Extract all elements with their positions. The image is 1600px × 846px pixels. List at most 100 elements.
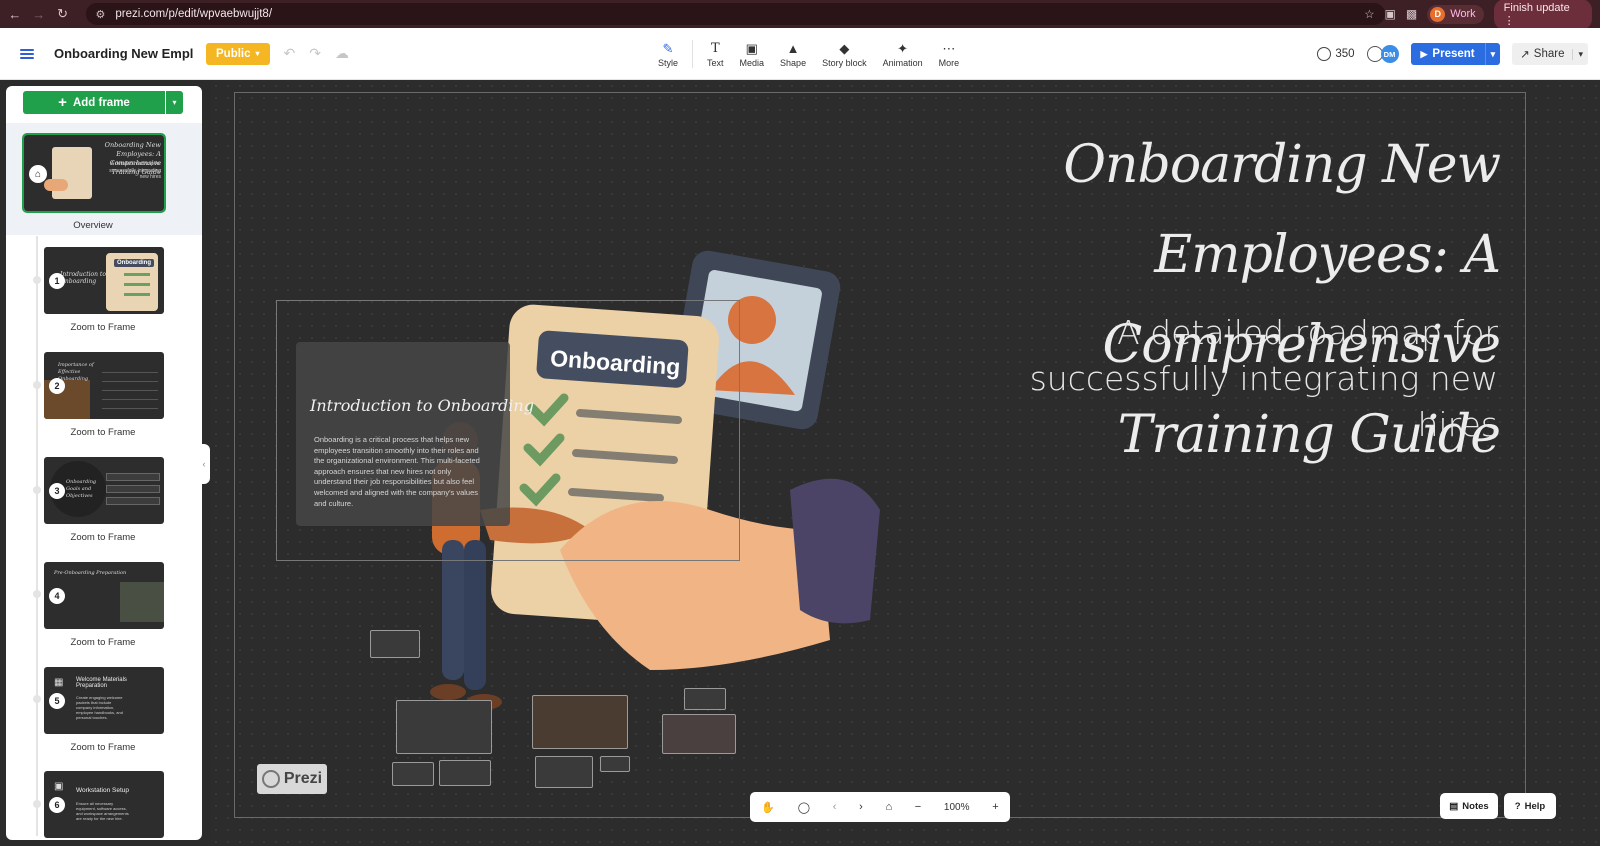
objective-row <box>106 473 160 481</box>
notes-button[interactable]: ▤ Notes <box>1440 793 1498 819</box>
chevron-down-icon[interactable]: ▾ <box>1572 48 1588 60</box>
chevron-down-icon[interactable]: ▾ <box>1484 43 1501 65</box>
zoom-to-frame-link[interactable]: Zoom to Frame <box>38 322 168 333</box>
tool-style[interactable]: ✎ Style <box>650 28 686 80</box>
text-icon: T <box>710 41 720 56</box>
zoom-to-frame-link[interactable]: Zoom to Frame <box>38 637 168 648</box>
timeline-dot <box>33 276 41 284</box>
pen-icon: ✎ <box>662 41 674 56</box>
tool-label: Style <box>658 58 679 68</box>
frames-sidebar: + Add frame ▾ ⌂ Onboarding New Employees:… <box>6 86 202 840</box>
tool-label: More <box>938 58 960 68</box>
intro-title[interactable]: Introduction to Onboarding <box>310 396 534 415</box>
finish-update-button[interactable]: Finish update ⋮ <box>1493 0 1592 30</box>
mini-frame[interactable] <box>600 756 630 772</box>
tool-animation[interactable]: ✦ Animation <box>875 28 931 80</box>
frame-number: 5 <box>49 693 65 709</box>
thumb-subtitle: A detailed roadmap for successfully inte… <box>109 161 161 180</box>
tool-text[interactable]: T Text <box>699 28 732 80</box>
star-icon[interactable]: ☆ <box>1364 7 1374 21</box>
mini-frame[interactable] <box>439 760 491 786</box>
tool-shape[interactable]: ▲ Shape <box>772 28 814 80</box>
redo-icon[interactable]: ↷ <box>309 45 321 62</box>
help-button[interactable]: ? Help <box>1504 793 1556 819</box>
overview-label: Overview <box>73 220 113 231</box>
tool-more[interactable]: ⋯ More <box>931 28 968 80</box>
zoom-level: 100% <box>943 801 970 813</box>
next-icon[interactable]: › <box>859 801 863 813</box>
visibility-label: Public <box>216 47 251 60</box>
zoom-in-icon[interactable]: + <box>992 801 998 813</box>
ai-credits[interactable]: 350 <box>1317 47 1355 61</box>
mini-frame[interactable] <box>392 762 434 786</box>
collaborators[interactable]: DM <box>1366 45 1399 63</box>
chart-icon: ▦ <box>54 677 64 688</box>
thumb-title: Pre-Onboarding Preparation <box>54 570 127 576</box>
more-icon: ⋯ <box>942 41 956 56</box>
document-title[interactable]: Onboarding New Empl... <box>54 46 194 61</box>
tool-media[interactable]: ▣ Media <box>732 28 773 80</box>
check-icon <box>124 293 150 296</box>
frame-number: 1 <box>49 273 65 289</box>
timeline-dot <box>33 800 41 808</box>
mini-frame[interactable] <box>532 695 628 749</box>
frame-thumbnail-5[interactable]: ▦ Welcome Materials Preparation Create e… <box>44 667 164 734</box>
prezi-logo-icon <box>261 770 280 788</box>
prezi-canvas[interactable]: Onboarding New Employees: A Comprehensiv… <box>210 80 1600 846</box>
onboarding-badge: Onboarding <box>114 259 154 267</box>
add-frame-label: Add frame <box>72 96 130 109</box>
mini-frame[interactable] <box>684 688 726 710</box>
mini-frame[interactable] <box>535 756 593 788</box>
share-button[interactable]: ↗ Share ▾ <box>1512 43 1588 65</box>
thumb-title: Introduction to Onboarding <box>60 271 106 285</box>
check-icon <box>124 283 150 286</box>
present-button[interactable]: ▶ Present ▾ <box>1410 43 1501 65</box>
thumb-body: Create engaging welcome packets that inc… <box>76 695 123 720</box>
overview-thumbnail[interactable]: ⌂ Onboarding New Employees: A Comprehens… <box>22 133 166 213</box>
thumb-title: Onboarding Goals and Objectives <box>66 479 97 499</box>
zoom-out-icon[interactable]: − <box>915 801 921 813</box>
forward-icon[interactable]: → <box>30 5 48 23</box>
mini-frame[interactable] <box>370 630 420 658</box>
home-icon[interactable]: ⌂ <box>885 801 892 813</box>
add-frame-button[interactable]: + Add frame <box>23 91 165 114</box>
intro-body[interactable]: Onboarding is a critical process that he… <box>314 435 484 509</box>
visibility-button[interactable]: Public ▾ <box>206 42 270 65</box>
tool-story-block[interactable]: ◆ Story block <box>814 28 875 80</box>
back-icon[interactable]: ← <box>6 5 24 23</box>
zoom-to-frame-link[interactable]: Zoom to Frame <box>38 532 168 543</box>
presentation-subtitle[interactable]: A detailed roadmap for successfully inte… <box>950 310 1498 448</box>
profile-button[interactable]: D Work <box>1427 4 1484 24</box>
frame-thumbnail-4[interactable]: Pre-Onboarding Preparation 4 <box>44 562 164 629</box>
bullet-list <box>102 364 158 410</box>
frame-number: 4 <box>49 588 65 604</box>
image-icon: ▣ <box>745 41 758 56</box>
layers-icon: ◆ <box>839 41 850 56</box>
frame-thumbnail-2[interactable]: Importance of Effective Onboarding 2 <box>44 352 164 419</box>
mini-frame[interactable] <box>396 700 492 754</box>
credits-icon <box>1317 47 1332 61</box>
shape-icon: ▲ <box>786 41 800 56</box>
hand-tool-icon[interactable]: ✋ <box>761 801 775 814</box>
chevron-down-icon[interactable]: ▾ <box>166 91 183 114</box>
navigation-bar: ✋ ◯ ‹ › ⌂ − 100% + <box>750 792 1010 822</box>
frame-thumbnail-1[interactable]: Onboarding Introduction to Onboarding 1 <box>44 247 164 314</box>
zoom-to-frame-link[interactable]: Zoom to Frame <box>38 427 168 438</box>
frame-thumbnail-3[interactable]: Onboarding Goals and Objectives 3 <box>44 457 164 524</box>
cast-icon[interactable]: ▩ <box>1406 7 1417 21</box>
reload-icon[interactable]: ↻ <box>54 5 72 23</box>
menu-icon[interactable] <box>20 48 34 59</box>
address-bar[interactable]: ⚙ prezi.com/p/edit/wpvaebwujjt8/ ☆ <box>85 3 1385 25</box>
site-info-icon[interactable]: ⚙ <box>96 8 106 21</box>
tool-label: Animation <box>882 58 923 68</box>
profile-label: Work <box>1450 8 1476 20</box>
mouse-icon[interactable]: ◯ <box>798 801 810 814</box>
extensions-icon[interactable]: ▣ <box>1385 7 1396 21</box>
mini-frame[interactable] <box>662 714 736 754</box>
undo-icon[interactable]: ↶ <box>284 45 296 62</box>
zoom-to-frame-link[interactable]: Zoom to Frame <box>38 742 168 753</box>
frame-thumbnail-6[interactable]: ▣ Workstation Setup Ensure all necessary… <box>44 771 164 838</box>
previous-icon[interactable]: ‹ <box>833 801 837 813</box>
collapse-sidebar-icon[interactable]: ‹ <box>198 444 210 484</box>
finish-update-label: Finish update <box>1503 1 1570 14</box>
